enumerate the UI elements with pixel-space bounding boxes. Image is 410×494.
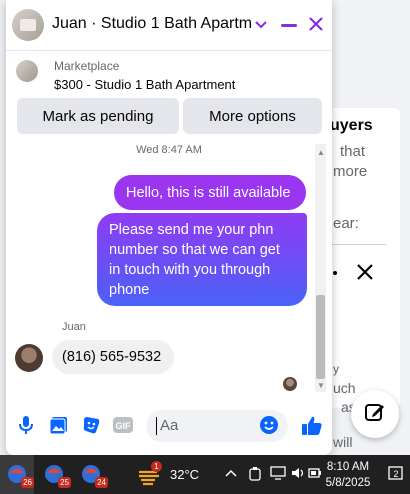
windows-taskbar: 26 25 24 1 32°C 8:10 AM 5/8/2025 2 bbox=[0, 455, 410, 494]
background-text: uch bbox=[333, 380, 356, 396]
message-input[interactable]: Aa bbox=[146, 410, 288, 442]
notification-badge: 2 bbox=[393, 469, 398, 479]
background-text: more bbox=[333, 163, 368, 180]
system-clock[interactable]: 8:10 AM 5/8/2025 bbox=[323, 459, 373, 491]
taskbar-app-2[interactable]: 25 bbox=[42, 461, 71, 488]
listing-category: Marketplace bbox=[54, 59, 120, 73]
read-receipt-avatar bbox=[283, 377, 297, 391]
chat-window: Juan · Studio 1 Bath Apartment Marketpla… bbox=[6, 0, 332, 455]
clock-time: 8:10 AM bbox=[326, 461, 370, 473]
taskbar-app-3[interactable]: 24 bbox=[79, 461, 108, 488]
background-close-icon[interactable] bbox=[355, 262, 375, 287]
background-text: y bbox=[333, 362, 339, 376]
weather-badge: 1 bbox=[151, 461, 162, 472]
tray-app-icon[interactable] bbox=[248, 466, 262, 485]
text-caret bbox=[156, 417, 157, 435]
outgoing-message[interactable]: Please send me your phn number so that w… bbox=[97, 213, 307, 306]
scroll-up-icon[interactable]: ▲ bbox=[317, 148, 325, 157]
background-dot bbox=[333, 271, 337, 275]
compose-icon bbox=[364, 401, 386, 428]
temperature[interactable]: 32°C bbox=[170, 467, 199, 482]
notification-icon[interactable]: 2 bbox=[387, 465, 405, 488]
show-hidden-icons-chevron-icon[interactable] bbox=[225, 466, 237, 481]
outgoing-message[interactable]: Hello, this is still available bbox=[114, 175, 306, 210]
display-icon[interactable] bbox=[270, 466, 286, 483]
chevron-down-icon[interactable] bbox=[255, 17, 267, 35]
message-timestamp: Wed 8:47 AM bbox=[136, 144, 202, 156]
taskbar-app-1[interactable]: 26 bbox=[5, 461, 34, 488]
emoji-icon[interactable] bbox=[259, 415, 279, 440]
gif-label: GIF bbox=[116, 421, 132, 431]
background-divider bbox=[332, 244, 386, 245]
new-message-button[interactable] bbox=[351, 390, 399, 438]
app-badge: 26 bbox=[21, 477, 34, 488]
volume-icon[interactable] bbox=[291, 466, 307, 483]
scroll-down-icon[interactable]: ▼ bbox=[317, 381, 325, 390]
sticker-icon[interactable] bbox=[80, 414, 102, 436]
background-text: ear: bbox=[333, 215, 359, 232]
chat-title[interactable]: Juan · Studio 1 Bath Apartment bbox=[52, 15, 252, 33]
app-badge: 24 bbox=[95, 477, 108, 488]
microphone-icon[interactable] bbox=[15, 414, 37, 436]
listing-thumbnail bbox=[16, 60, 38, 82]
sender-avatar[interactable] bbox=[15, 344, 43, 372]
scrollbar-thumb[interactable] bbox=[316, 295, 325, 379]
close-icon[interactable] bbox=[308, 16, 324, 37]
contact-avatar[interactable] bbox=[12, 9, 44, 41]
incoming-message[interactable]: (816) 565-9532 bbox=[52, 340, 174, 374]
background-text: that bbox=[340, 143, 366, 160]
mark-as-pending-button[interactable]: Mark as pending bbox=[17, 98, 179, 134]
marketplace-listing[interactable]: Marketplace $300 - Studio 1 Bath Apartme… bbox=[6, 51, 332, 95]
listing-title: $300 - Studio 1 Bath Apartment bbox=[54, 77, 236, 92]
background-heading: uyers bbox=[330, 117, 373, 134]
background-text: will bbox=[333, 434, 353, 450]
battery-icon[interactable] bbox=[308, 466, 322, 483]
message-composer: GIF Aa bbox=[6, 398, 332, 455]
chat-header: Juan · Studio 1 Bath Apartment bbox=[6, 0, 332, 51]
sender-name: Juan bbox=[62, 321, 86, 333]
photo-icon[interactable] bbox=[48, 414, 70, 436]
app-badge: 25 bbox=[58, 477, 71, 488]
message-placeholder: Aa bbox=[160, 417, 179, 434]
gif-icon[interactable]: GIF bbox=[111, 414, 135, 436]
more-options-button[interactable]: More options bbox=[183, 98, 322, 134]
like-icon[interactable] bbox=[300, 414, 324, 438]
clock-date: 5/8/2025 bbox=[325, 477, 371, 489]
minimize-button[interactable] bbox=[281, 24, 297, 27]
